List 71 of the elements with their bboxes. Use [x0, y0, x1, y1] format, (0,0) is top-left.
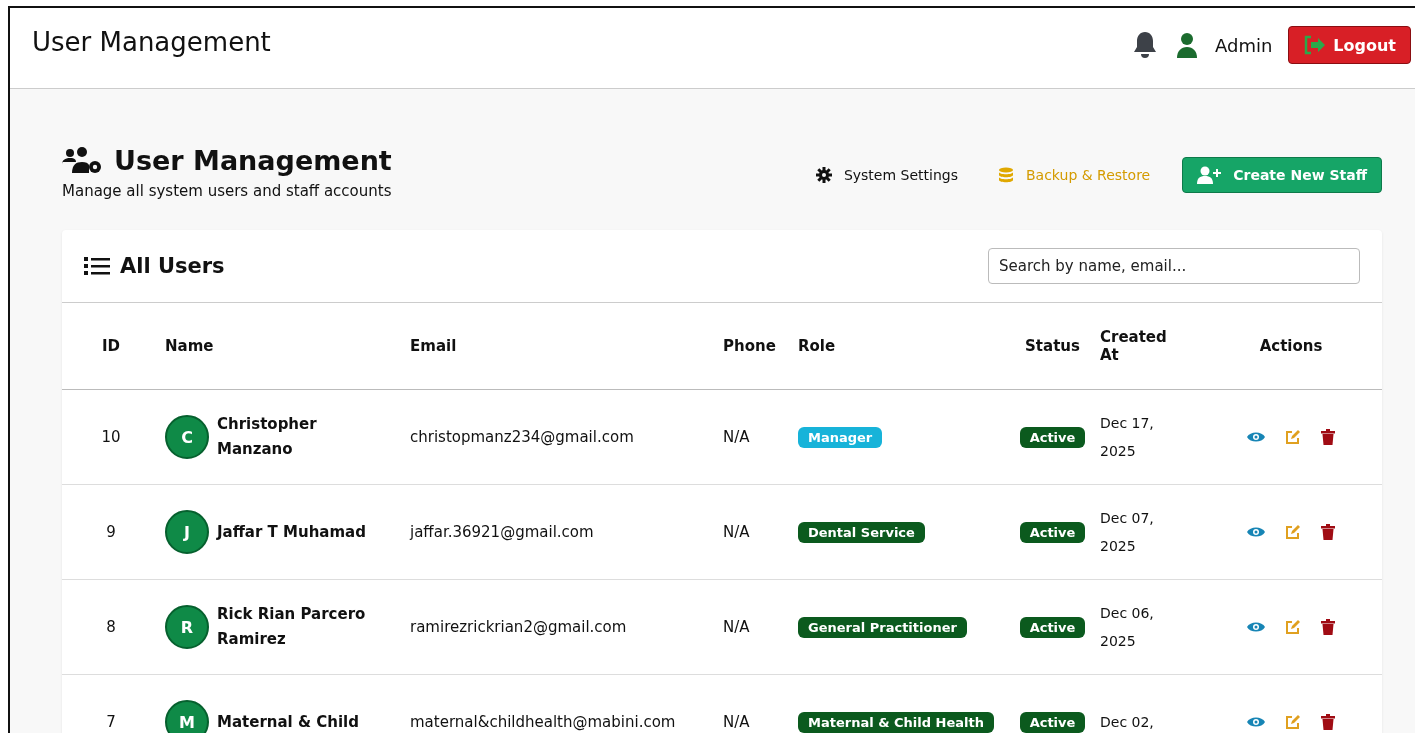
table-cell: maternal&childhealth@mabini.com	[410, 713, 676, 731]
status-badge: Active	[1019, 712, 1086, 733]
add-user-icon	[1197, 166, 1222, 184]
date-text: 2025	[1100, 442, 1137, 461]
table-cell: N/A	[723, 713, 750, 731]
settings-link[interactable]: System Settings	[807, 159, 966, 191]
card-title: All Users	[120, 254, 225, 278]
avatar-initial: R	[165, 605, 209, 649]
users-gear-icon	[62, 146, 104, 175]
column-header: Name	[165, 337, 214, 355]
view-icon[interactable]	[1247, 526, 1265, 538]
avatar-initial: C	[165, 415, 209, 459]
table-cell: N/A	[723, 523, 750, 541]
status-badge: Active	[1019, 522, 1086, 543]
date-text: Dec 17,	[1100, 414, 1155, 433]
date-text: 2025	[1100, 537, 1137, 556]
date-text: Dec 07,	[1100, 509, 1155, 528]
edit-icon[interactable]	[1285, 714, 1301, 730]
avatar-initial: J	[165, 510, 209, 554]
role-badge: Maternal & Child Health	[798, 712, 994, 733]
page-title: User Management	[114, 145, 392, 176]
column-header: Email	[410, 337, 457, 355]
avatar-initial: M	[165, 700, 209, 733]
table-cell: jaffar.36921@gmail.com	[410, 523, 594, 541]
date-text: Dec 06,	[1100, 604, 1155, 623]
table-cell: N/A	[723, 428, 750, 446]
gear-icon	[815, 167, 832, 183]
view-icon[interactable]	[1247, 716, 1265, 728]
date-text: Dec 02,	[1100, 713, 1155, 732]
search-field[interactable]: Search by name, email...	[988, 248, 1360, 284]
table-cell: 8	[106, 618, 116, 636]
user-name-cell-text: Rick Rian Parcero Ramirez	[217, 604, 367, 650]
edit-icon[interactable]	[1285, 524, 1301, 540]
logout-icon	[1303, 35, 1328, 55]
database-icon	[997, 167, 1014, 183]
header-title: User Management	[32, 27, 271, 57]
logout-button[interactable]: Logout	[1288, 26, 1411, 64]
table-cell: 7	[106, 713, 116, 731]
role-badge: Dental Service	[798, 522, 925, 543]
user-name-cell-text: Christopher Manzano	[217, 414, 318, 460]
create-staff-button[interactable]: Create New Staff	[1182, 157, 1382, 193]
column-header: Actions	[1259, 337, 1323, 355]
status-badge: Active	[1019, 427, 1086, 448]
delete-icon[interactable]	[1321, 429, 1335, 445]
list-icon	[84, 256, 110, 276]
column-header: Phone	[723, 337, 776, 355]
column-header: ID	[101, 337, 120, 355]
table-cell: N/A	[723, 618, 750, 636]
column-header: Status	[1025, 337, 1080, 355]
table-cell: 10	[101, 428, 121, 446]
date-text: 2025	[1100, 632, 1137, 651]
table-cell: 9	[106, 523, 116, 541]
view-icon[interactable]	[1247, 621, 1265, 633]
column-header: Role	[798, 337, 836, 355]
edit-icon[interactable]	[1285, 429, 1301, 445]
delete-icon[interactable]	[1321, 524, 1335, 540]
user-name-cell-text: Maternal & Child	[217, 711, 360, 733]
edit-icon[interactable]	[1285, 619, 1301, 635]
role-badge: Manager	[798, 427, 883, 448]
role-badge: General Practitioner	[798, 617, 967, 638]
table-cell: christopmanz234@gmail.com	[410, 428, 634, 446]
user-name-cell-text: Jaffar T Muhamad	[217, 521, 367, 543]
user-name: Admin	[1214, 34, 1273, 56]
column-header: Created At	[1100, 328, 1167, 364]
delete-icon[interactable]	[1321, 714, 1335, 730]
delete-icon[interactable]	[1321, 619, 1335, 635]
page-subtitle: Manage all system users and staff accounts	[62, 182, 392, 200]
table-cell: ramirezrickrian2@gmail.com	[410, 618, 627, 636]
view-icon[interactable]	[1247, 431, 1265, 443]
status-badge: Active	[1019, 617, 1086, 638]
user-icon	[1174, 32, 1199, 58]
